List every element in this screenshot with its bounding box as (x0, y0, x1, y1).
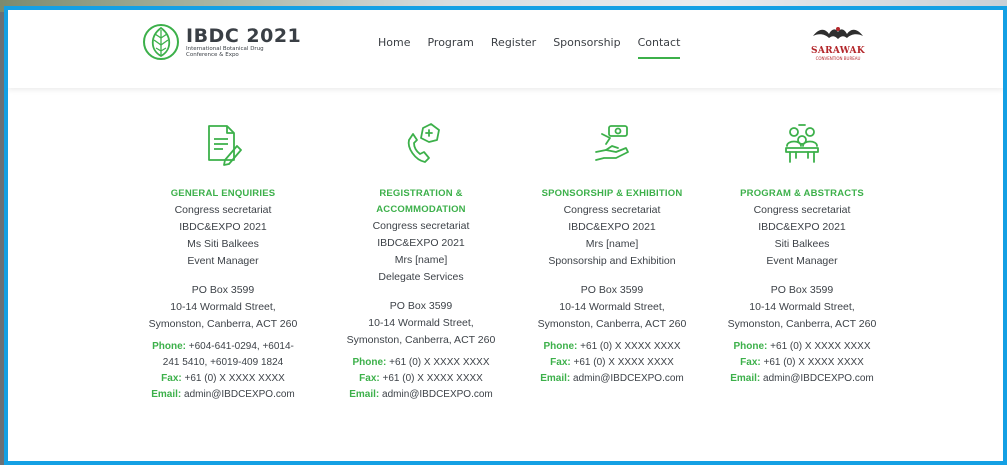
leaf-logo-icon (143, 24, 179, 60)
phone-value[interactable]: +61 (0) X XXXX XXXX (580, 341, 680, 352)
card-title: ACCOMMODATION (376, 204, 466, 215)
card-line: Siti Balkees (774, 238, 830, 250)
fax-label: Fax: (550, 357, 571, 368)
fax-label: Fax: (740, 357, 761, 368)
email-row: Email: admin@IBDCEXPO.com (517, 371, 707, 387)
card-line: Event Manager (766, 255, 838, 267)
email-link[interactable]: admin@IBDCEXPO.com (573, 373, 684, 384)
meeting-group-icon (785, 124, 819, 163)
address-line: PO Box 3599 (580, 284, 644, 296)
phone-label: Phone: (152, 341, 186, 352)
fax-label: Fax: (161, 373, 182, 384)
card-line: Delegate Services (378, 271, 464, 283)
card-line: Mrs [name] (394, 254, 448, 266)
fax-value: +61 (0) X XXXX XXXX (382, 373, 483, 384)
address-line: PO Box 3599 (191, 284, 255, 296)
card-line: Event Manager (187, 255, 259, 267)
card-line: IBDC&EXPO 2021 (568, 221, 656, 233)
phone-row: Phone: +61 (0) X XXXX XXXX (517, 339, 707, 355)
card-title: REGISTRATION & (379, 188, 463, 199)
card-line: Congress secretariat (753, 204, 851, 216)
bird-emblem-icon (813, 27, 863, 39)
site-header: IBDC 2021 International Botanical Drug C… (8, 10, 1003, 88)
address-line: Symonston, Canberra, ACT 260 (148, 318, 298, 330)
phone-row: Phone: +61 (0) X XXXX XXXX (326, 355, 516, 371)
email-link[interactable]: admin@IBDCEXPO.com (382, 389, 493, 400)
card-line: Mrs [name] (585, 238, 639, 250)
nav-home[interactable]: Home (378, 36, 410, 59)
address-line: 10-14 Wormald Street, (749, 301, 855, 313)
sarawak-logo[interactable]: SARAWAK CONVENTION BUREAU (806, 24, 870, 64)
nav-register[interactable]: Register (491, 36, 536, 59)
phone-value[interactable]: +61 (0) X XXXX XXXX (770, 341, 870, 352)
address-line: 10-14 Wormald Street, (368, 317, 474, 329)
card-line: IBDC&EXPO 2021 (377, 237, 465, 249)
fax-row: Fax: +61 (0) X XXXX XXXX (707, 355, 897, 371)
card-line: Congress secretariat (563, 204, 661, 216)
fax-value: +61 (0) X XXXX XXXX (763, 357, 864, 368)
fax-value: +61 (0) X XXXX XXXX (573, 357, 674, 368)
card-line: Ms Siti Balkees (187, 238, 259, 250)
fax-row: Fax: +61 (0) X XXXX XXXX (128, 371, 318, 387)
contact-card-sponsorship: SPONSORSHIP & EXHIBITION Congress secret… (517, 122, 707, 387)
email-label: Email: (349, 389, 380, 400)
card-line: Sponsorship and Exhibition (548, 255, 676, 267)
address-line: 10-14 Wormald Street, (559, 301, 665, 313)
document-edit-icon (208, 125, 242, 166)
partner-name: SARAWAK (811, 46, 865, 56)
fax-row: Fax: +61 (0) X XXXX XXXX (517, 355, 707, 371)
card-line: IBDC&EXPO 2021 (758, 221, 846, 233)
contact-card-registration: REGISTRATION & ACCOMMODATION Congress se… (326, 122, 516, 403)
nav-sponsorship[interactable]: Sponsorship (553, 36, 620, 59)
card-title: PROGRAM & ABSTRACTS (740, 188, 864, 199)
card-line: Congress secretariat (174, 204, 272, 216)
logo-title: IBDC 2021 (186, 24, 302, 47)
fax-label: Fax: (359, 373, 380, 384)
email-row: Email: admin@IBDCEXPO.com (326, 387, 516, 403)
page-frame: IBDC 2021 International Botanical Drug C… (4, 6, 1007, 465)
card-line: Congress secretariat (372, 220, 470, 232)
main-nav: Home Program Register Sponsorship Contac… (378, 36, 697, 59)
email-link[interactable]: admin@IBDCEXPO.com (763, 373, 874, 384)
email-row: Email: admin@IBDCEXPO.com (128, 387, 318, 403)
contact-card-program: PROGRAM & ABSTRACTS Congress secretariat… (707, 122, 897, 387)
phone-value[interactable]: +61 (0) X XXXX XXXX (389, 357, 489, 368)
phone-row: Phone: +604-641-0294, +6014-241 5410, +6… (128, 339, 318, 371)
site-logo[interactable]: IBDC 2021 International Botanical Drug C… (142, 22, 301, 62)
address-line: 10-14 Wormald Street, (170, 301, 276, 313)
phone-call-icon (407, 123, 440, 163)
email-row: Email: admin@IBDCEXPO.com (707, 371, 897, 387)
address-line: PO Box 3599 (389, 300, 453, 312)
email-label: Email: (151, 389, 182, 400)
handshake-money-icon (595, 125, 629, 161)
phone-label: Phone: (543, 341, 578, 352)
contact-card-general: GENERAL ENQUIRIES Congress secretariat I… (128, 122, 318, 403)
phone-label: Phone: (352, 357, 387, 368)
phone-row: Phone: +61 (0) X XXXX XXXX (707, 339, 897, 355)
card-title: GENERAL ENQUIRIES (170, 188, 276, 199)
address-line: Symonston, Canberra, ACT 260 (537, 318, 687, 330)
card-line: IBDC&EXPO 2021 (179, 221, 267, 233)
nav-contact[interactable]: Contact (637, 36, 680, 59)
nav-program[interactable]: Program (427, 36, 473, 59)
email-label: Email: (730, 373, 761, 384)
logo-subtitle: International Botanical Drug Conference … (186, 45, 264, 59)
phone-label: Phone: (733, 341, 768, 352)
address-line: Symonston, Canberra, ACT 260 (727, 318, 877, 330)
fax-value: +61 (0) X XXXX XXXX (184, 373, 285, 384)
email-label: Email: (540, 373, 571, 384)
fax-row: Fax: +61 (0) X XXXX XXXX (326, 371, 516, 387)
address-line: Symonston, Canberra, ACT 260 (346, 334, 496, 346)
email-link[interactable]: admin@IBDCEXPO.com (184, 389, 295, 400)
card-title: SPONSORSHIP & EXHIBITION (541, 188, 683, 199)
partner-subtitle: CONVENTION BUREAU (815, 56, 861, 61)
address-line: PO Box 3599 (770, 284, 834, 296)
